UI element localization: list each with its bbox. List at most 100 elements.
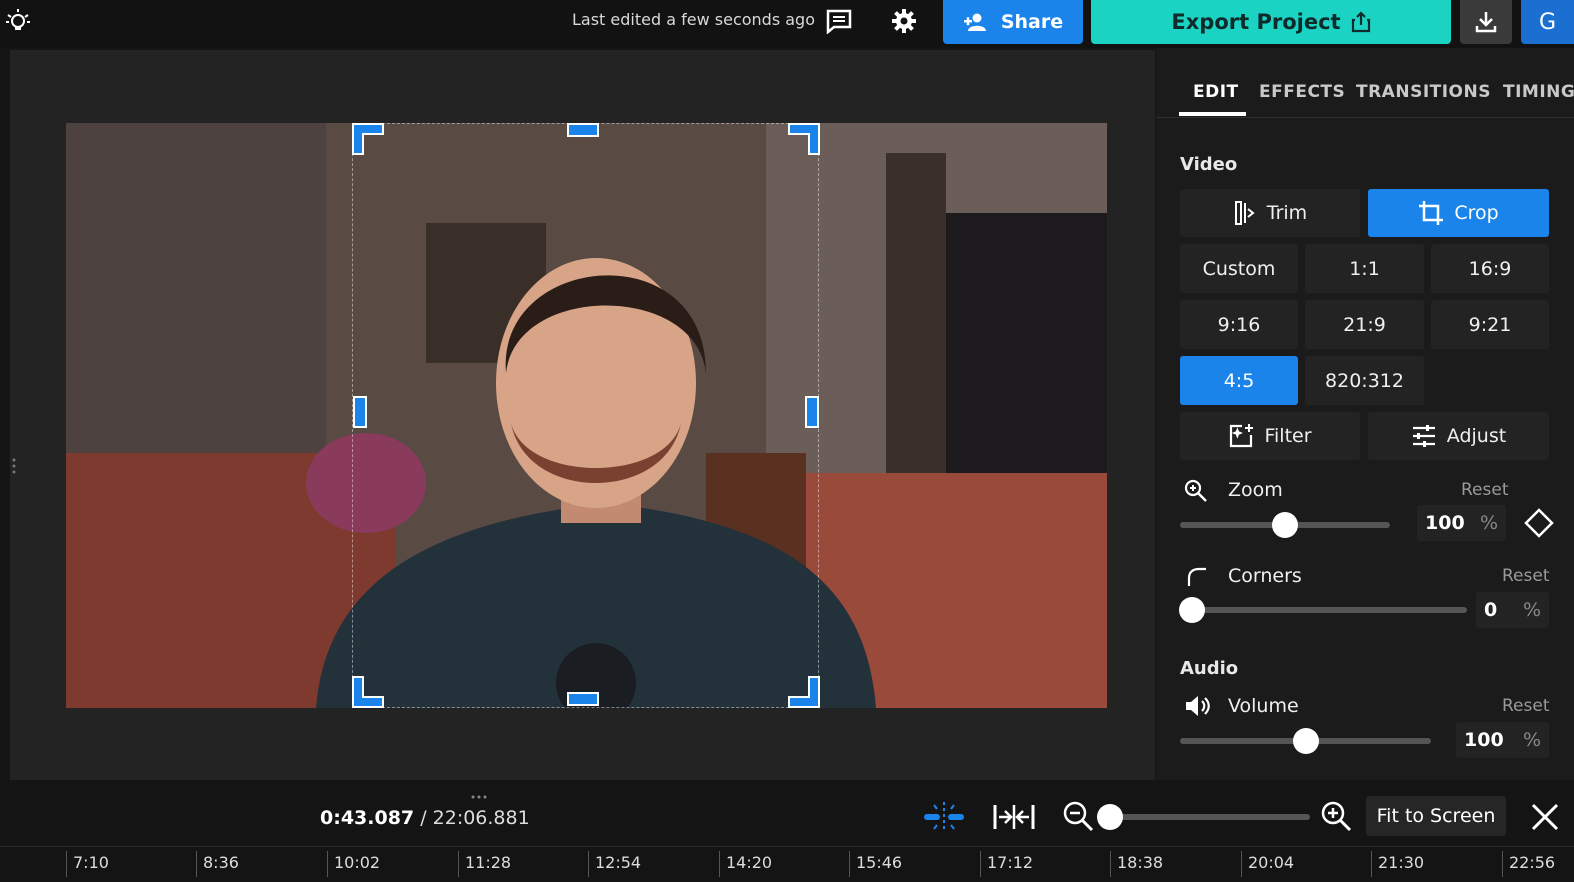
ratio-9-16-button[interactable]: 9:16 <box>1180 300 1298 349</box>
trim-icon <box>1234 201 1255 225</box>
volume-value-field[interactable]: 100 % <box>1456 722 1549 758</box>
top-bar: Last edited a few seconds ago Share Expo… <box>0 0 1574 48</box>
corners-value: 0 <box>1484 599 1498 621</box>
corners-slider-track[interactable] <box>1180 607 1467 613</box>
share-button[interactable]: Share <box>943 0 1083 44</box>
keyframe-diamond-icon[interactable] <box>1524 508 1554 542</box>
volume-label: Volume <box>1228 695 1299 717</box>
corners-label: Corners <box>1228 565 1302 587</box>
zoom-unit: % <box>1479 512 1498 534</box>
ratio-1-1-button[interactable]: 1:1 <box>1305 244 1424 293</box>
crop-handle-top[interactable] <box>567 123 599 137</box>
zoom-value-field[interactable]: 100 % <box>1417 505 1506 541</box>
comment-icon[interactable] <box>823 6 855 36</box>
timeline-zoom-track[interactable] <box>1110 814 1310 820</box>
crop-handle-bottom-right[interactable] <box>788 676 820 708</box>
crop-handle-bottom-left[interactable] <box>352 676 384 708</box>
volume-reset-button[interactable]: Reset <box>1502 696 1550 716</box>
current-time: 0:43.087 <box>320 807 415 829</box>
crop-handle-left[interactable] <box>353 396 367 428</box>
crop-label: Crop <box>1454 202 1499 224</box>
corners-slider-thumb[interactable] <box>1179 597 1205 623</box>
crop-icon <box>1419 201 1444 225</box>
export-project-button[interactable]: Export Project <box>1091 0 1451 44</box>
timeline-controls: 0:43.087 / 22:06.881 Fit to Screen 7:10 … <box>0 780 1574 882</box>
volume-value: 100 <box>1464 729 1504 751</box>
volume-unit: % <box>1522 729 1541 751</box>
ruler-tick: 18:38 <box>1110 851 1163 877</box>
ruler-tick: 14:20 <box>719 851 772 877</box>
ruler-tick: 8:36 <box>196 851 239 877</box>
add-user-icon <box>963 13 986 31</box>
panel-tabs: EDIT EFFECTS TRANSITIONS TIMING <box>1156 48 1574 118</box>
tab-effects[interactable]: EFFECTS <box>1259 82 1345 102</box>
zoom-in-timeline-icon[interactable] <box>1320 800 1352 832</box>
timeline-zoom-thumb[interactable] <box>1097 804 1123 830</box>
download-button[interactable] <box>1460 0 1512 44</box>
export-label: Export Project <box>1171 10 1341 34</box>
volume-slider-thumb[interactable] <box>1293 728 1319 754</box>
properties-panel: EDIT EFFECTS TRANSITIONS TIMING Video Tr… <box>1156 48 1574 780</box>
ruler-tick: 20:04 <box>1241 851 1294 877</box>
volume-speaker-icon <box>1184 694 1212 722</box>
fit-to-screen-button[interactable]: Fit to Screen <box>1366 796 1506 836</box>
download-icon <box>1475 12 1497 33</box>
settings-gear-icon[interactable] <box>888 6 920 36</box>
zoom-in-icon <box>1184 479 1208 507</box>
crop-selection-box[interactable] <box>352 123 819 708</box>
trim-button[interactable]: Trim <box>1180 189 1360 237</box>
panel-resize-handle[interactable] <box>12 458 16 474</box>
timeline-resize-handle[interactable] <box>471 784 487 799</box>
ratio-820-312-button[interactable]: 820:312 <box>1305 356 1424 405</box>
lightbulb-icon[interactable] <box>4 6 32 34</box>
ratio-custom-button[interactable]: Custom <box>1180 244 1298 293</box>
ruler-tick: 11:28 <box>458 851 511 877</box>
total-time: 22:06.881 <box>432 807 530 829</box>
crop-handle-top-left[interactable] <box>352 123 384 155</box>
user-avatar[interactable]: G <box>1521 0 1574 44</box>
filter-button[interactable]: Filter <box>1180 412 1360 460</box>
zoom-slider-thumb[interactable] <box>1272 512 1298 538</box>
adjust-button[interactable]: Adjust <box>1368 412 1549 460</box>
video-section-label: Video <box>1180 154 1238 175</box>
ratio-16-9-button[interactable]: 16:9 <box>1431 244 1549 293</box>
ruler-tick: 10:02 <box>327 851 380 877</box>
trim-label: Trim <box>1266 202 1308 224</box>
filter-sparkle-icon <box>1230 424 1254 448</box>
corners-reset-button[interactable]: Reset <box>1502 566 1550 586</box>
ratio-4-5-button[interactable]: 4:5 <box>1180 356 1298 405</box>
tab-transitions[interactable]: TRANSITIONS <box>1356 82 1491 102</box>
timeline-ruler[interactable]: 7:10 8:36 10:02 11:28 12:54 14:20 15:46 … <box>0 846 1574 882</box>
ratio-9-21-button[interactable]: 9:21 <box>1431 300 1549 349</box>
ratio-21-9-button[interactable]: 21:9 <box>1305 300 1424 349</box>
zoom-out-icon[interactable] <box>1062 800 1094 832</box>
adjust-sliders-icon <box>1412 425 1435 447</box>
active-tab-indicator <box>1179 112 1246 116</box>
crop-button[interactable]: Crop <box>1368 189 1549 237</box>
zoom-reset-button[interactable]: Reset <box>1461 480 1509 500</box>
rounded-corner-icon <box>1186 566 1208 592</box>
close-icon[interactable] <box>1530 802 1560 832</box>
last-edited-status: Last edited a few seconds ago <box>572 10 815 29</box>
share-label: Share <box>1000 11 1064 33</box>
crop-handle-top-right[interactable] <box>788 123 820 155</box>
adjust-label: Adjust <box>1446 425 1507 447</box>
ruler-tick: 22:56 <box>1502 851 1555 877</box>
zoom-label: Zoom <box>1228 479 1283 501</box>
snap-icon[interactable] <box>922 800 966 834</box>
tab-timing[interactable]: TIMING <box>1503 82 1574 102</box>
crop-handle-bottom[interactable] <box>567 692 599 706</box>
share-out-icon <box>1351 11 1370 33</box>
ruler-tick: 7:10 <box>66 851 109 877</box>
playhead-time: 0:43.087 / 22:06.881 <box>320 807 530 829</box>
corners-unit: % <box>1522 599 1541 621</box>
audio-section-label: Audio <box>1180 658 1239 679</box>
corners-value-field[interactable]: 0 % <box>1476 592 1549 628</box>
ruler-tick: 21:30 <box>1371 851 1424 877</box>
tab-edit[interactable]: EDIT <box>1193 82 1239 102</box>
collapse-gaps-icon[interactable] <box>992 802 1036 832</box>
zoom-value: 100 <box>1425 512 1465 534</box>
ruler-tick: 17:12 <box>980 851 1033 877</box>
ruler-tick: 12:54 <box>588 851 641 877</box>
crop-handle-right[interactable] <box>805 396 819 428</box>
